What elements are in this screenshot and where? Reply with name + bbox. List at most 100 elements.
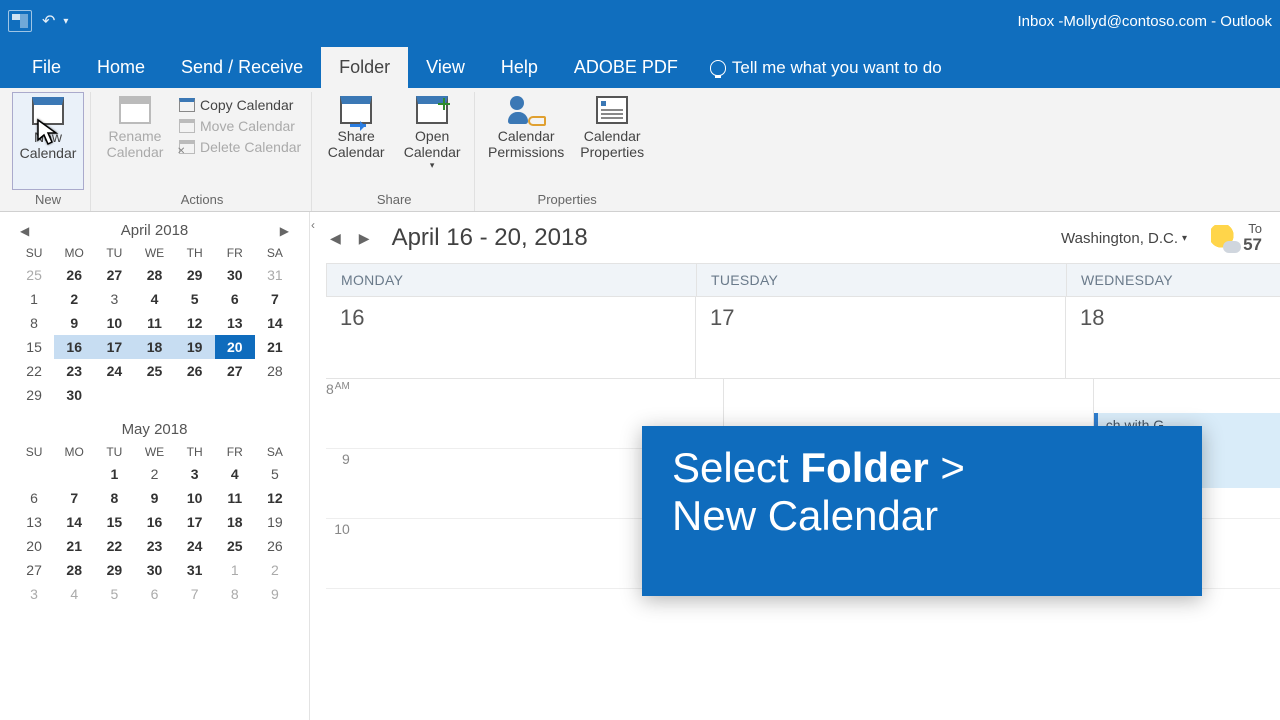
mini-day[interactable]: 7 xyxy=(255,287,295,311)
mini-day[interactable]: 26 xyxy=(54,263,94,287)
mini-day[interactable]: 20 xyxy=(215,335,255,359)
weather-widget[interactable]: To57 xyxy=(1211,222,1262,255)
mini-day[interactable]: 31 xyxy=(175,558,215,582)
mini-day[interactable]: 29 xyxy=(175,263,215,287)
mini-day[interactable]: 1 xyxy=(215,558,255,582)
mini-calendar-april[interactable]: ◀ April 2018 ▶ SUMOTUWETHFRSA25262728293… xyxy=(14,218,295,407)
mini-day[interactable]: 23 xyxy=(134,534,174,558)
mini-day[interactable]: 14 xyxy=(54,510,94,534)
mini-day[interactable]: 30 xyxy=(215,263,255,287)
mini-day[interactable]: 5 xyxy=(175,287,215,311)
mini-day[interactable]: 18 xyxy=(134,335,174,359)
tab-folder[interactable]: Folder xyxy=(321,47,408,88)
mini-day[interactable]: 14 xyxy=(255,311,295,335)
open-calendar-button[interactable]: Open Calendar ▾ xyxy=(396,92,468,190)
mini-day[interactable]: 6 xyxy=(134,582,174,606)
mini-day[interactable]: 16 xyxy=(54,335,94,359)
mini-day[interactable]: 5 xyxy=(94,582,134,606)
mini-day[interactable]: 2 xyxy=(255,558,295,582)
mini-day[interactable]: 2 xyxy=(54,287,94,311)
mini-day[interactable]: 3 xyxy=(175,462,215,486)
mini-day[interactable]: 17 xyxy=(175,510,215,534)
mini-day[interactable]: 4 xyxy=(134,287,174,311)
calendar-properties-button[interactable]: Calendar Properties xyxy=(573,92,651,190)
mini-day[interactable]: 8 xyxy=(215,582,255,606)
tab-send-receive[interactable]: Send / Receive xyxy=(163,47,321,88)
prev-week-icon[interactable]: ◀ xyxy=(328,230,343,247)
mini-day[interactable]: 30 xyxy=(134,558,174,582)
mini-day[interactable]: 22 xyxy=(94,534,134,558)
send-receive-qat-icon[interactable] xyxy=(8,10,32,32)
mini-day[interactable] xyxy=(134,383,174,407)
mini-day[interactable] xyxy=(14,462,54,486)
mini-day[interactable]: 1 xyxy=(94,462,134,486)
weather-location[interactable]: Washington, D.C. ▾ xyxy=(1061,230,1187,247)
prev-month-icon[interactable]: ◀ xyxy=(20,224,29,238)
mini-day[interactable]: 21 xyxy=(255,335,295,359)
mini-day[interactable]: 28 xyxy=(255,359,295,383)
mini-day[interactable]: 11 xyxy=(134,311,174,335)
mini-day[interactable]: 31 xyxy=(255,263,295,287)
mini-day[interactable]: 12 xyxy=(175,311,215,335)
mini-day[interactable]: 19 xyxy=(175,335,215,359)
mini-day[interactable]: 10 xyxy=(175,486,215,510)
tab-file[interactable]: File xyxy=(14,47,79,88)
tab-help[interactable]: Help xyxy=(483,47,556,88)
mini-day[interactable]: 1 xyxy=(14,287,54,311)
mini-day[interactable]: 22 xyxy=(14,359,54,383)
allday-cell-18[interactable]: 18 xyxy=(1066,297,1280,378)
mini-day[interactable]: 25 xyxy=(215,534,255,558)
mini-day[interactable]: 26 xyxy=(175,359,215,383)
mini-day[interactable]: 30 xyxy=(54,383,94,407)
mini-day[interactable]: 13 xyxy=(14,510,54,534)
mini-day[interactable]: 23 xyxy=(54,359,94,383)
mini-day[interactable]: 6 xyxy=(215,287,255,311)
mini-day[interactable]: 2 xyxy=(134,462,174,486)
tab-home[interactable]: Home xyxy=(79,47,163,88)
mini-day[interactable]: 27 xyxy=(215,359,255,383)
mini-day[interactable] xyxy=(54,462,94,486)
undo-icon[interactable]: ↶ xyxy=(42,11,55,31)
mini-day[interactable]: 4 xyxy=(54,582,94,606)
mini-day[interactable]: 28 xyxy=(54,558,94,582)
mini-day[interactable]: 24 xyxy=(94,359,134,383)
new-calendar-button[interactable]: New Calendar xyxy=(12,92,84,190)
copy-calendar-button[interactable]: Copy Calendar xyxy=(175,96,305,114)
allday-cell-16[interactable]: 16 xyxy=(326,297,696,378)
mini-day[interactable] xyxy=(215,383,255,407)
mini-day[interactable]: 25 xyxy=(134,359,174,383)
share-calendar-button[interactable]: Share Calendar xyxy=(320,92,392,190)
mini-day[interactable]: 10 xyxy=(94,311,134,335)
mini-day[interactable]: 3 xyxy=(94,287,134,311)
mini-day[interactable] xyxy=(94,383,134,407)
mini-day[interactable]: 9 xyxy=(54,311,94,335)
mini-day[interactable]: 18 xyxy=(215,510,255,534)
mini-day[interactable]: 7 xyxy=(54,486,94,510)
mini-day[interactable]: 24 xyxy=(175,534,215,558)
mini-day[interactable]: 8 xyxy=(94,486,134,510)
mini-day[interactable] xyxy=(175,383,215,407)
mini-day[interactable]: 12 xyxy=(255,486,295,510)
allday-cell-17[interactable]: 17 xyxy=(696,297,1066,378)
mini-day[interactable]: 25 xyxy=(14,263,54,287)
mini-day[interactable]: 9 xyxy=(134,486,174,510)
tell-me-search[interactable]: Tell me what you want to do xyxy=(696,48,956,88)
mini-day[interactable]: 16 xyxy=(134,510,174,534)
mini-day[interactable]: 19 xyxy=(255,510,295,534)
mini-day[interactable]: 7 xyxy=(175,582,215,606)
tab-adobe-pdf[interactable]: ADOBE PDF xyxy=(556,47,696,88)
mini-day[interactable] xyxy=(255,383,295,407)
mini-calendar-may[interactable]: May 2018 SUMOTUWETHFRSA12345678910111213… xyxy=(14,417,295,606)
mini-day[interactable]: 15 xyxy=(14,335,54,359)
qat-customize-icon[interactable]: ▾ xyxy=(63,16,68,27)
mini-day[interactable]: 3 xyxy=(14,582,54,606)
mini-day[interactable]: 17 xyxy=(94,335,134,359)
mini-day[interactable]: 21 xyxy=(54,534,94,558)
mini-day[interactable]: 13 xyxy=(215,311,255,335)
mini-day[interactable]: 15 xyxy=(94,510,134,534)
next-week-icon[interactable]: ▶ xyxy=(357,230,372,247)
mini-day[interactable]: 26 xyxy=(255,534,295,558)
mini-day[interactable]: 9 xyxy=(255,582,295,606)
calendar-permissions-button[interactable]: Calendar Permissions xyxy=(483,92,569,190)
mini-day[interactable]: 27 xyxy=(94,263,134,287)
